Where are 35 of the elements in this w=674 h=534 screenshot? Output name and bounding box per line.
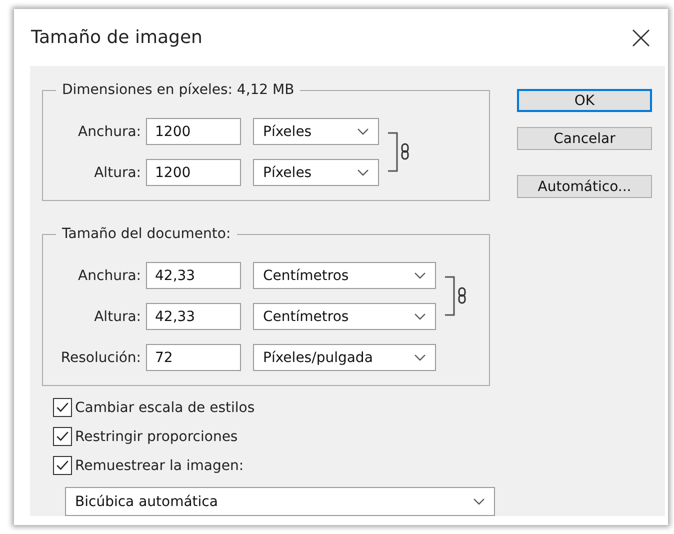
chevron-icon [473,498,485,505]
input-field[interactable]: 72 [146,344,241,371]
unit-dropdown[interactable]: Píxeles [253,159,379,186]
input-field[interactable]: 42,33 [146,262,241,289]
input-field[interactable]: 1200 [146,118,241,145]
group-title: Dimensiones en píxeles: 4,12 MB [61,82,296,98]
unit-dropdown[interactable]: Centímetros [253,262,436,289]
unit-dropdown[interactable]: Píxeles/pulgada [253,344,436,371]
field-label: Anchura: [77,124,142,140]
field-label: Resolución: [60,350,142,366]
dialog-button[interactable]: Automático... [517,175,652,198]
checkbox-label: Cambiar escala de estilos [75,400,255,416]
input-field[interactable]: 42,33 [146,303,241,330]
close-icon[interactable] [632,28,650,46]
chevron-icon [414,272,426,279]
checkbox-label: Remuestrear la imagen: [75,458,244,474]
dialog-button[interactable]: Cancelar [517,127,652,150]
window-title: Tamaño de imagen [31,27,202,48]
input-field[interactable]: 1200 [146,159,241,186]
field-label: Anchura: [77,268,142,284]
checkbox[interactable] [53,398,72,417]
chevron-icon [414,354,426,361]
checkbox[interactable] [53,427,72,446]
field-label: Altura: [93,164,142,180]
resample-dropdown[interactable]: Bicúbica automática [65,487,495,516]
chevron-icon [357,169,369,176]
chevron-icon [414,313,426,320]
unit-dropdown[interactable]: Píxeles [253,118,379,145]
checkbox-label: Restringir proporciones [75,428,238,444]
field-label: Altura: [93,308,142,324]
unit-dropdown[interactable]: Centímetros [253,303,436,330]
chevron-icon [357,128,369,135]
dialog-button[interactable]: OK [517,89,652,112]
group-title: Tamaño del documento: [61,226,232,242]
checkbox[interactable] [53,456,72,475]
